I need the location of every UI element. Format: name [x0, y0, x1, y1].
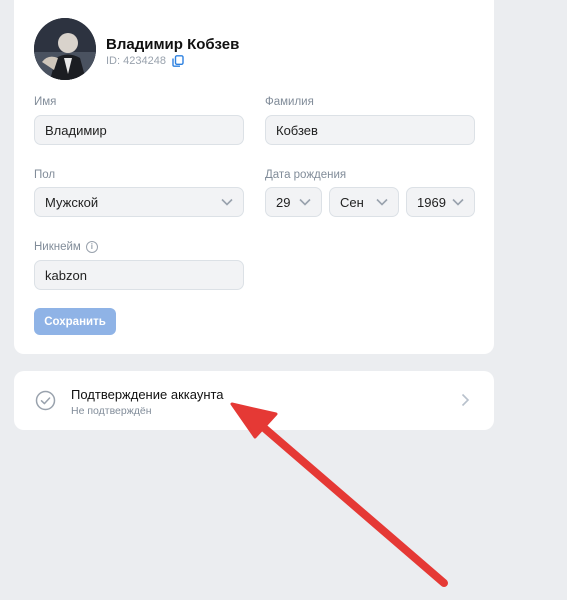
birth-day-select[interactable]: 29	[265, 187, 322, 217]
chevron-down-icon	[221, 198, 233, 206]
birth-month-select[interactable]: Сен	[329, 187, 399, 217]
birth-day-value: 29	[276, 194, 291, 210]
chevron-right-icon	[461, 393, 470, 407]
nickname-field[interactable]: kabzon	[34, 260, 244, 290]
nickname-value: kabzon	[45, 267, 87, 283]
profile-name: Владимир Кобзев	[106, 36, 240, 53]
first-name-value: Владимир	[45, 122, 107, 138]
profile-card: Владимир Кобзев ID: 4234248 Имя Владимир…	[14, 0, 494, 354]
account-verification-row[interactable]: Подтверждение аккаунта Не подтверждён	[14, 371, 494, 430]
copy-icon[interactable]	[172, 55, 184, 67]
save-button[interactable]: Сохранить	[34, 308, 116, 335]
birth-month-value: Сен	[340, 194, 364, 210]
nickname-label-row: Никнейм i	[34, 241, 98, 253]
verification-status: Не подтверждён	[71, 405, 152, 417]
info-icon[interactable]: i	[85, 241, 98, 253]
birth-date-label: Дата рождения	[265, 169, 347, 181]
first-name-label: Имя	[34, 96, 57, 108]
first-name-field[interactable]: Владимир	[34, 115, 244, 145]
chevron-down-icon	[452, 198, 464, 206]
gender-value: Мужской	[45, 194, 99, 210]
chevron-down-icon	[299, 198, 311, 206]
nickname-label: Никнейм	[34, 241, 81, 254]
gender-select[interactable]: Мужской	[34, 187, 244, 217]
last-name-label: Фамилия	[265, 96, 314, 108]
last-name-field[interactable]: Кобзев	[265, 115, 475, 145]
birth-year-value: 1969	[417, 194, 446, 210]
avatar[interactable]	[34, 18, 96, 80]
last-name-value: Кобзев	[276, 122, 318, 138]
profile-id-text: ID: 4234248	[106, 55, 166, 67]
birth-year-select[interactable]: 1969	[406, 187, 475, 217]
profile-id: ID: 4234248	[106, 55, 184, 67]
gender-label: Пол	[34, 169, 56, 181]
verification-title: Подтверждение аккаунта	[71, 387, 224, 402]
check-circle-icon	[35, 390, 56, 411]
chevron-down-icon	[376, 198, 388, 206]
